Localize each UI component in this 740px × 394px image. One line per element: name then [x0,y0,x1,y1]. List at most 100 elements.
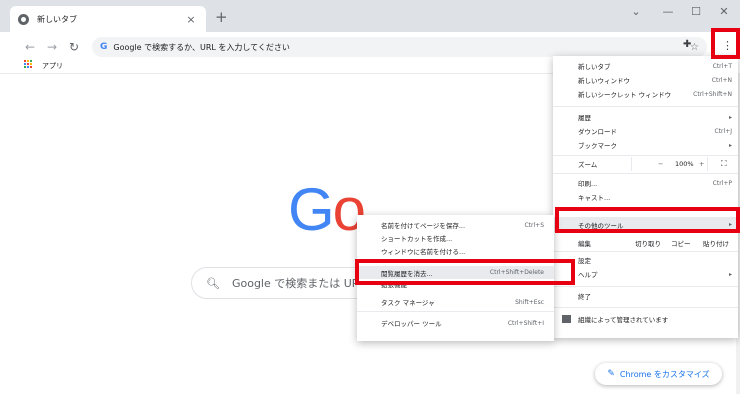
omnibox-placeholder[interactable]: Google で検索するか、URL を入力してください [113,42,690,53]
menu-item-label: ダウンロード [578,128,617,136]
menu-item-shortcut: Ctrl+T [712,62,732,70]
apps-grid-dot [30,66,32,68]
annotation-box-menu-button [711,28,740,59]
zoom-value: 100% [675,160,694,168]
menu-item-new-incognito[interactable]: 新しいシークレット ウィンドウ Ctrl+Shift+N [553,88,738,100]
menu-divider [553,155,738,156]
submenu-item-label: タスク マネージャ [381,299,435,307]
apps-grid-dot [24,60,26,62]
back-button[interactable]: ← [22,40,38,54]
submenu-item-shortcut: Shift+Esc [515,298,544,306]
menu-divider [553,106,738,107]
logo-letter: G [288,176,335,243]
paste-button[interactable]: 貼り付け [703,238,729,248]
tab-search-dropdown-icon[interactable]: ⌄ [624,5,648,19]
apps-grid-dot [27,60,29,62]
chrome-main-menu: 新しいタブ Ctrl+T 新しいウィンドウ Ctrl+N 新しいシークレット ウ… [553,56,738,338]
menu-item-label: 終了 [578,293,591,301]
menu-item-downloads[interactable]: ダウンロード Ctrl+J [553,125,738,137]
apps-bookmark-label[interactable]: アプリ [42,61,63,71]
menu-zoom-row: ズーム − 100% + ⛶ [553,157,738,171]
submenu-item-developer-tools[interactable]: デベロッパー ツール Ctrl+Shift+I [357,317,554,329]
menu-item-label: 履歴 [578,114,591,122]
menu-divider [553,307,738,308]
menu-edit-row: 編集 切り取り コピー 貼り付け [553,235,738,249]
menu-item-help[interactable]: ヘルプ ▸ [553,268,738,280]
maximize-button[interactable]: ☐ [684,5,708,19]
menu-item-shortcut: Ctrl+Shift+N [693,90,732,98]
tab-new-tab[interactable]: 新しいタブ × [10,6,206,32]
submenu-item-label: 名前を付けてページを保存... [381,222,466,230]
submenu-item-shortcut: Ctrl+S [524,221,544,229]
managed-by-organization[interactable]: 組織によって管理されています [553,312,738,326]
menu-divider [553,286,738,287]
copy-button[interactable]: コピー [671,238,691,248]
submenu-divider [357,311,554,312]
new-tab-button[interactable]: + [215,9,228,25]
managed-label: 組織によって管理されています [578,316,669,324]
submenu-item-create-shortcut[interactable]: ショートカットを作成... [357,232,554,244]
search-icon: 🔍︎ [206,276,220,290]
fullscreen-icon[interactable]: ⛶ [721,159,727,169]
minimize-button[interactable]: — [656,5,680,19]
omnibox[interactable]: G Google で検索するか、URL を入力してください ☆ [92,37,707,57]
close-window-button[interactable]: ✕ [712,5,736,19]
submenu-item-label: ショートカットを作成... [381,235,453,243]
menu-item-label: 新しいシークレット ウィンドウ [578,91,672,99]
menu-item-new-window[interactable]: 新しいウィンドウ Ctrl+N [553,74,738,86]
menu-item-new-tab[interactable]: 新しいタブ Ctrl+T [553,60,738,72]
submenu-arrow-icon: ▸ [728,270,732,278]
menu-item-bookmarks[interactable]: ブックマーク ▸ [553,139,738,151]
menu-item-shortcut: Ctrl+P [712,179,732,187]
menu-item-history[interactable]: 履歴 ▸ [553,111,738,123]
submenu-item-save-page[interactable]: 名前を付けてページを保存... Ctrl+S [357,219,554,231]
submenu-item-shortcut: Ctrl+Shift+I [507,319,544,327]
submenu-item-label: ウィンドウに名前を付ける... [381,248,466,256]
reload-button[interactable]: ↻ [66,40,82,54]
menu-item-label: 設定 [578,257,591,265]
building-icon [562,315,571,323]
apps-grid-icon[interactable] [24,60,33,69]
apps-grid-dot [24,63,26,65]
menu-item-label: 印刷... [578,180,598,188]
apps-grid-dot [27,66,29,68]
menu-divider [553,251,738,252]
submenu-arrow-icon: ▸ [728,113,732,121]
annotation-box-clear-browsing [355,259,575,285]
menu-item-print[interactable]: 印刷... Ctrl+P [553,177,738,189]
menu-item-cast[interactable]: キャスト... [553,191,738,203]
apps-grid-dot [24,66,26,68]
zoom-label: ズーム [578,161,598,169]
chrome-favicon-icon [18,13,29,25]
pencil-icon: ✎ [607,369,615,379]
menu-divider [553,173,738,174]
zoom-out-button[interactable]: − [658,160,663,168]
submenu-item-task-manager[interactable]: タスク マネージャ Shift+Esc [357,296,554,308]
zoom-control [631,157,708,171]
customize-label: Chrome をカスタマイズ [619,369,710,379]
menu-item-label: ヘルプ [578,271,598,279]
tab-close-icon[interactable]: × [184,13,198,26]
google-logo: Go [288,180,366,240]
menu-item-label: 新しいタブ [578,63,611,71]
menu-item-shortcut: Ctrl+J [714,127,732,135]
cut-button[interactable]: 切り取り [635,238,661,248]
extensions-puzzle-icon[interactable]: ✚ [683,39,691,50]
apps-grid-dot [30,63,32,65]
tab-title: 新しいタブ [37,14,77,24]
submenu-item-name-window[interactable]: ウィンドウに名前を付ける... [357,245,554,257]
customize-chrome-button[interactable]: ✎ Chrome をカスタマイズ [595,363,722,385]
zoom-in-button[interactable]: + [699,160,704,168]
apps-grid-dot [27,63,29,65]
menu-item-shortcut: Ctrl+N [711,76,732,84]
google-g-icon: G [100,42,108,52]
apps-grid-dot [30,60,32,62]
menu-item-settings[interactable]: 設定 [553,254,738,266]
tab-strip: 新しいタブ × + ⌄ — ☐ ✕ [0,0,740,32]
menu-item-label: 新しいウィンドウ [578,77,630,85]
menu-item-label: ブックマーク [578,142,617,150]
menu-item-exit[interactable]: 終了 [553,290,738,302]
submenu-item-label: デベロッパー ツール [381,320,442,328]
edit-label: 編集 [578,240,591,248]
forward-button[interactable]: → [44,40,60,54]
